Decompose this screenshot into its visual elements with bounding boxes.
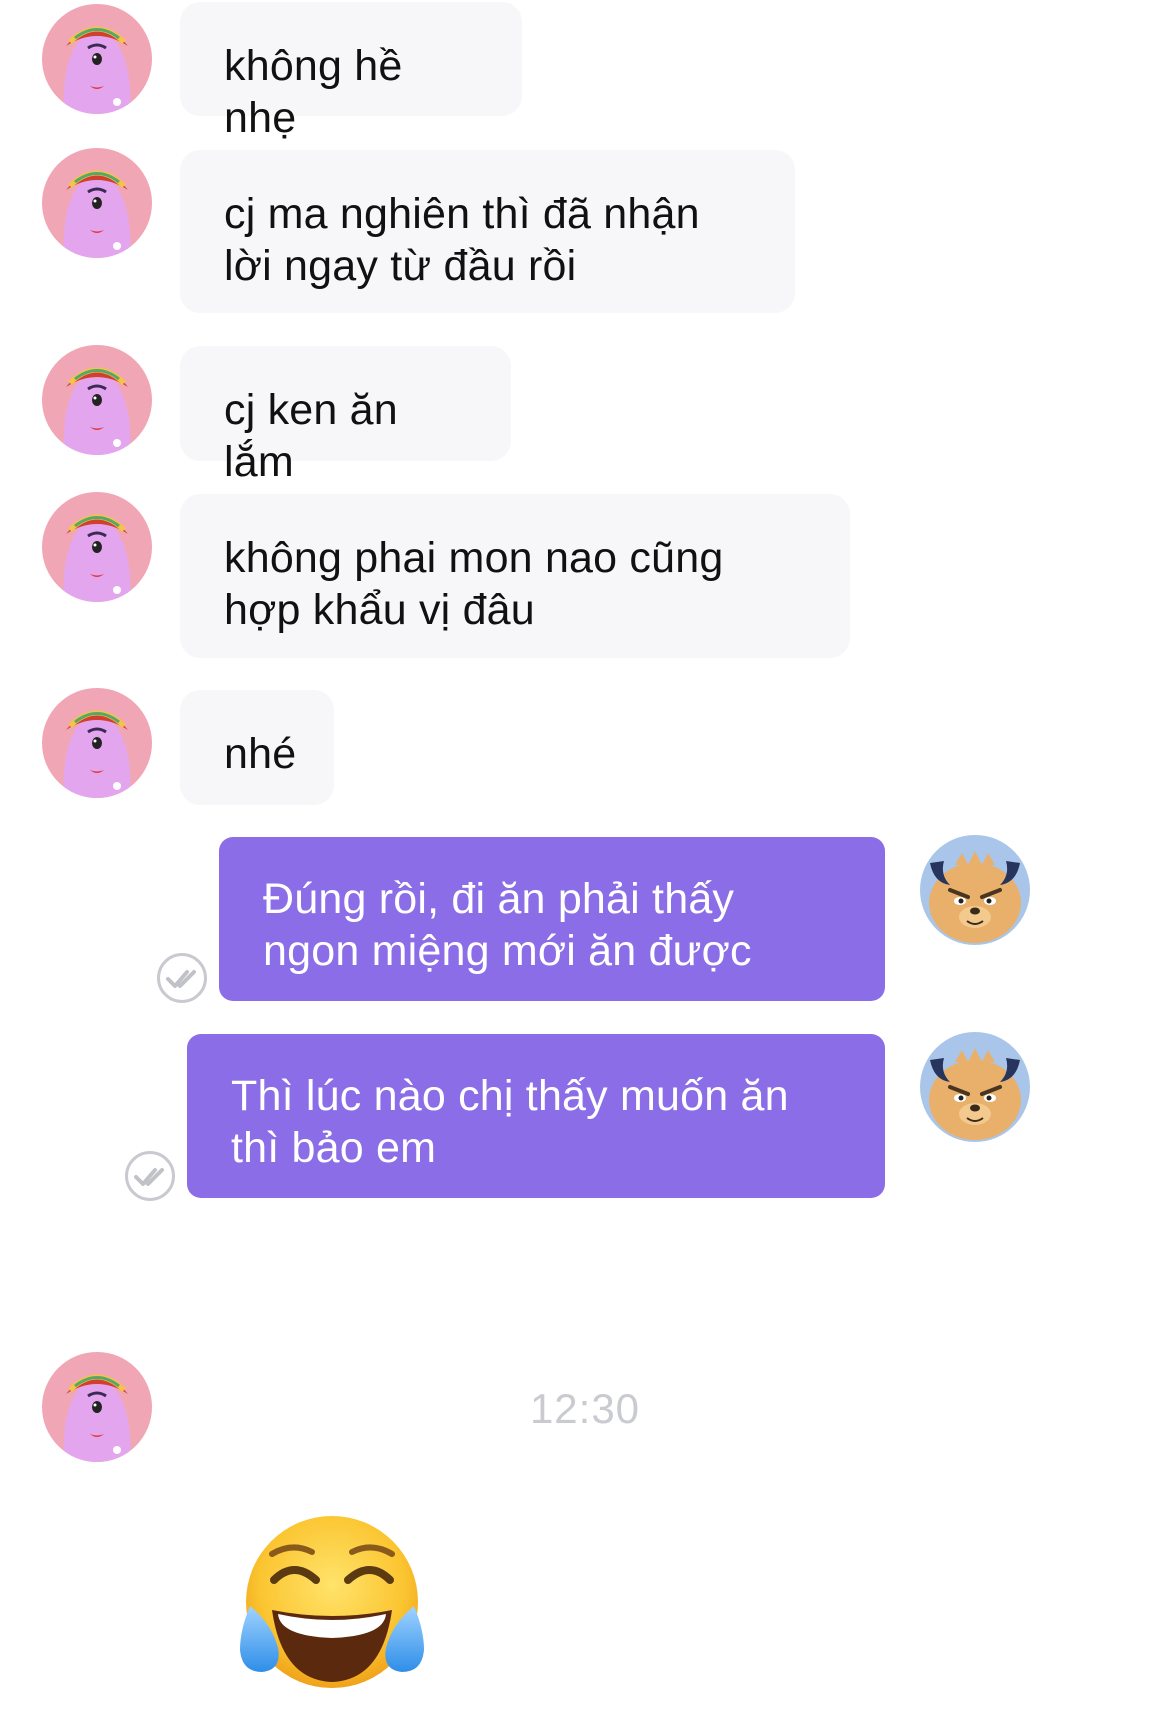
message-text: Thì lúc nào chị thấy muốn ăn thì bảo em (231, 1072, 789, 1172)
message-timestamp: 12:30 (529, 1385, 641, 1432)
pink-one-eyed-monster-avatar (42, 1352, 152, 1462)
pink-one-eyed-monster-avatar (42, 4, 152, 114)
message-text: không phai mon nao cũng hợp khẩu vị đâu (224, 534, 724, 634)
seen-double-check-icon (156, 952, 208, 1004)
tears-of-joy-emoji-icon (240, 1516, 424, 1688)
contact-avatar[interactable] (42, 1352, 152, 1462)
incoming-message-bubble[interactable]: cj ken ăn lắm (180, 346, 511, 486)
outgoing-message-bubble[interactable]: Đúng rồi, đi ăn phải thấy ngon miệng mới… (219, 837, 885, 1001)
my-avatar[interactable] (920, 1032, 1030, 1142)
contact-avatar[interactable] (42, 4, 152, 114)
pink-one-eyed-monster-avatar (42, 345, 152, 455)
contact-avatar[interactable] (42, 492, 152, 602)
pink-one-eyed-monster-avatar (42, 688, 152, 798)
contact-avatar[interactable] (42, 345, 152, 455)
my-avatar[interactable] (920, 835, 1030, 945)
pink-one-eyed-monster-avatar (42, 148, 152, 258)
pink-one-eyed-monster-avatar (42, 492, 152, 602)
message-text: nhé (224, 730, 297, 778)
message-text: cj ken ăn lắm (224, 386, 398, 486)
horned-bull-avatar (920, 835, 1030, 945)
incoming-message-bubble[interactable]: không phai mon nao cũng hợp khẩu vị đâu (180, 494, 850, 658)
incoming-message-bubble[interactable]: không hề nhẹ (180, 2, 522, 142)
seen-double-check-icon (124, 1150, 176, 1202)
outgoing-message-bubble[interactable]: Thì lúc nào chị thấy muốn ăn thì bảo em (187, 1034, 885, 1198)
contact-avatar[interactable] (42, 148, 152, 258)
contact-avatar[interactable] (42, 688, 152, 798)
emoji-sticker-message[interactable] (232, 1510, 432, 1722)
incoming-message-bubble[interactable]: cj ma nghiên thì đã nhận lời ngay từ đầu… (180, 150, 795, 313)
incoming-message-bubble[interactable]: nhé (180, 690, 334, 805)
message-text: không hề nhẹ (224, 42, 403, 142)
seen-status (124, 1150, 176, 1202)
message-text: Đúng rồi, đi ăn phải thấy ngon miệng mới… (263, 875, 752, 975)
message-text: cj ma nghiên thì đã nhận lời ngay từ đầu… (224, 190, 700, 290)
horned-bull-avatar (920, 1032, 1030, 1142)
seen-status (156, 952, 208, 1004)
